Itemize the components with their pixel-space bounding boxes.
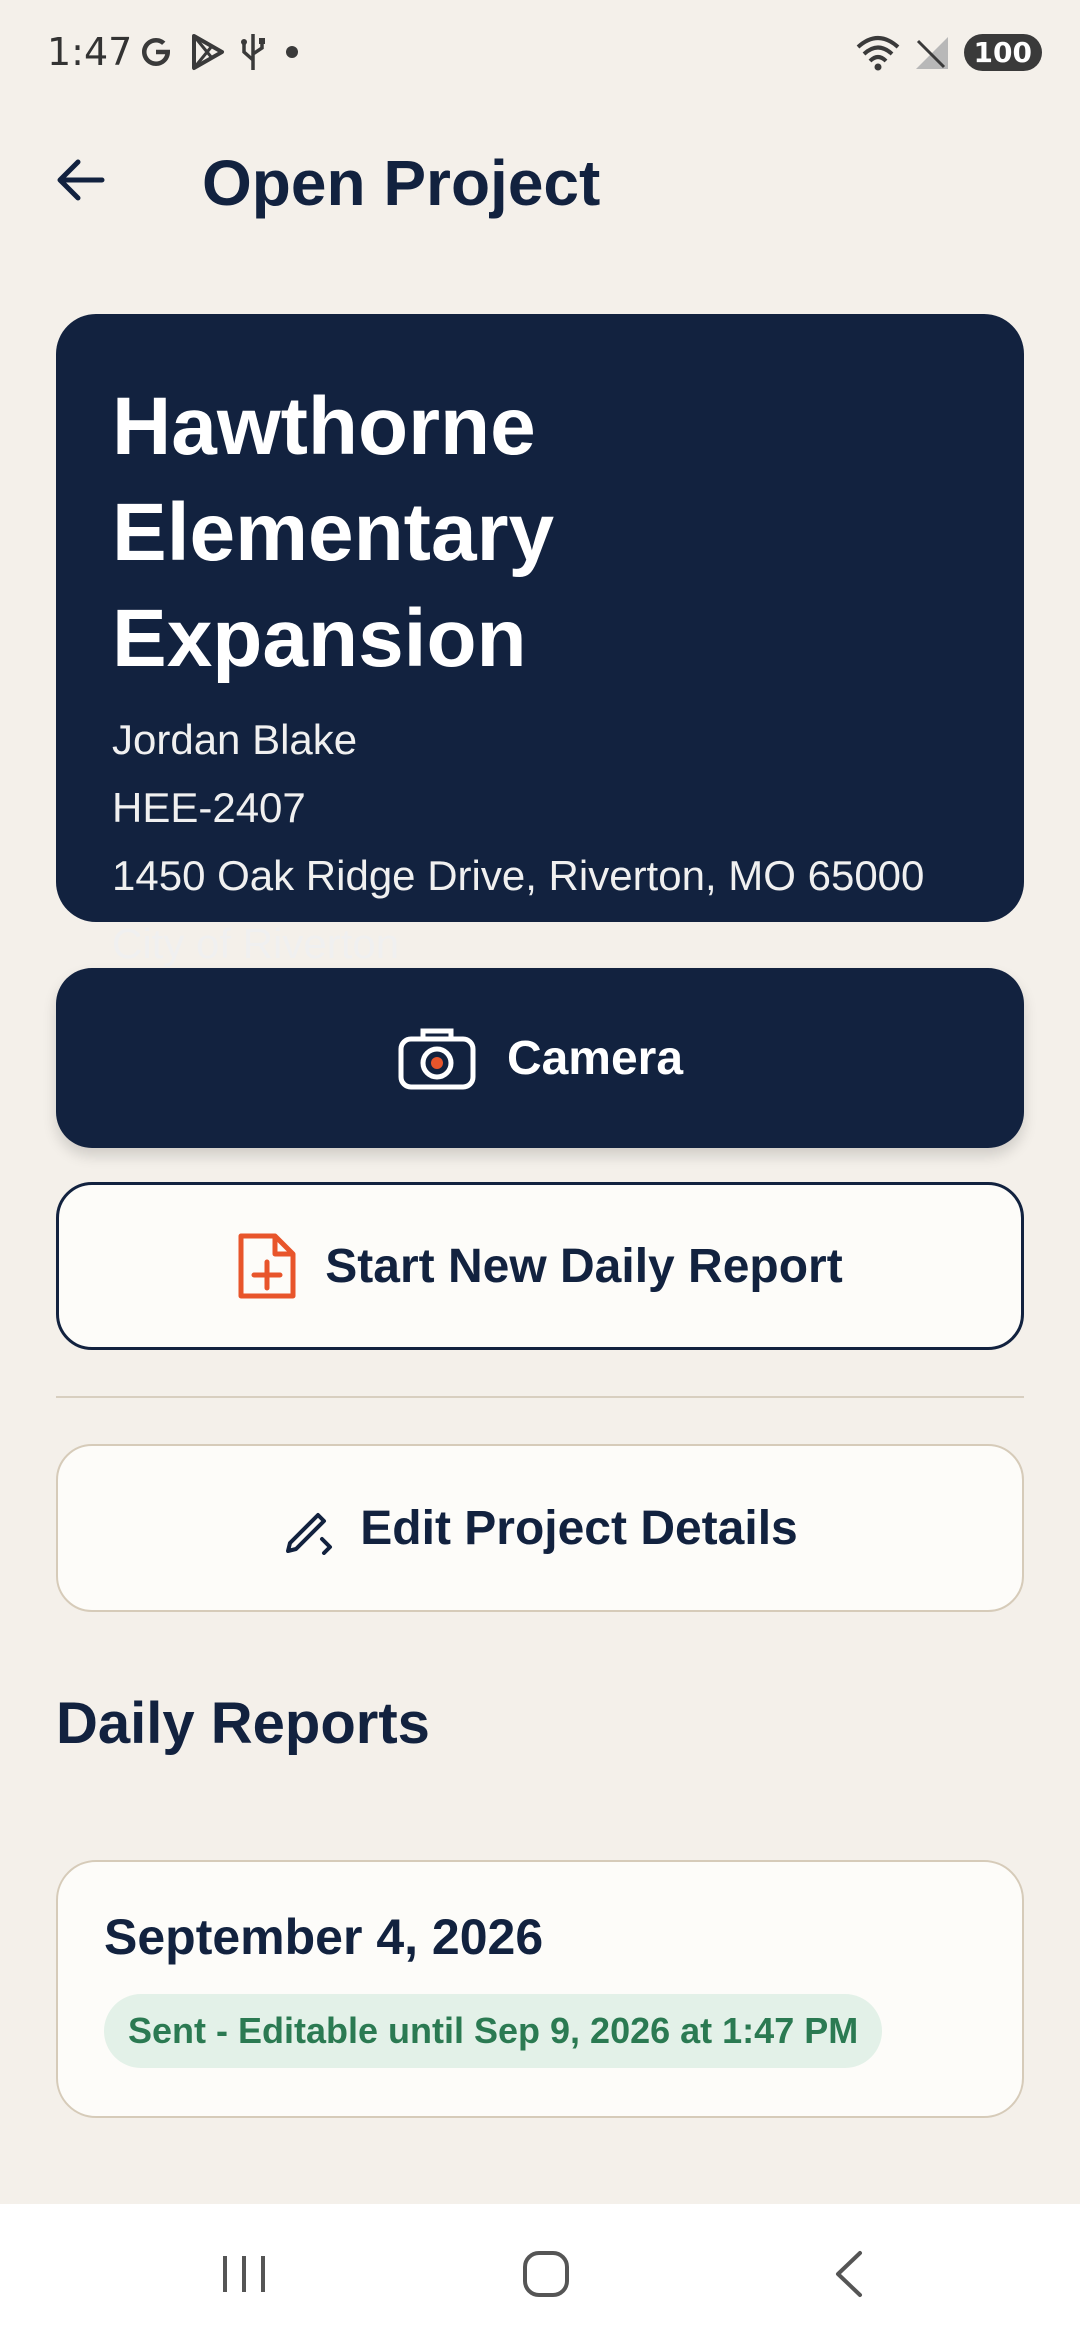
status-badge: Sent - Editable until Sep 9, 2026 at 1:4… (104, 1994, 883, 2068)
signal-icon (915, 36, 948, 69)
back-button[interactable] (50, 152, 110, 208)
project-info-card: Hawthorne Elementary Expansion Jordan Bl… (56, 314, 1024, 967)
edit-project-details-label: Edit Project Details (360, 1501, 798, 1555)
project-code: HEE-2407 (112, 784, 306, 831)
daily-reports-heading: Daily Reports (56, 1691, 430, 1756)
battery-icon: 100 (963, 34, 1042, 71)
dot-icon (286, 46, 298, 58)
chevron-left-icon (836, 2251, 862, 2297)
add-document-icon (238, 1233, 296, 1299)
edit-project-details-button[interactable]: Edit Project Details (56, 1444, 1024, 1612)
report-date: September 4, 2026 (104, 1909, 544, 1965)
camera-label: Camera (506, 1031, 684, 1085)
status-icons-left (136, 32, 304, 72)
recent-apps-button[interactable] (204, 2244, 284, 2304)
system-back-button[interactable] (810, 2244, 890, 2304)
status-time: 1:47 (47, 30, 133, 74)
home-button[interactable] (506, 2244, 586, 2304)
project-address: 1450 Oak Ridge Drive, Riverton, MO 65000 (112, 852, 925, 899)
usb-icon (241, 34, 265, 70)
camera-icon (398, 1028, 476, 1090)
home-icon (523, 2251, 569, 2297)
status-bar: 1:47 100 (0, 0, 1080, 110)
back-arrow-icon (57, 159, 105, 201)
app-bar: Open Project (0, 140, 1080, 220)
system-navigation-bar (0, 2204, 1080, 2340)
project-manager: Jordan Blake (112, 716, 358, 763)
start-new-daily-report-button[interactable]: Start New Daily Report (56, 1182, 1024, 1350)
project-name: Hawthorne Elementary Expansion (112, 381, 555, 684)
camera-button[interactable]: Camera (56, 968, 1024, 1148)
page-title: Open Project (202, 147, 601, 219)
daily-report-item[interactable]: September 4, 2026 Sent - Editable until … (56, 1860, 1024, 2118)
status-icons-right: 100 (856, 34, 1042, 71)
recent-apps-icon (223, 2256, 265, 2292)
google-icon (142, 38, 170, 66)
divider (56, 1396, 1024, 1398)
start-new-daily-report-label: Start New Daily Report (325, 1239, 843, 1293)
edit-pencil-icon (286, 1513, 333, 1555)
wifi-icon (856, 35, 899, 70)
play-store-icon (192, 34, 224, 70)
